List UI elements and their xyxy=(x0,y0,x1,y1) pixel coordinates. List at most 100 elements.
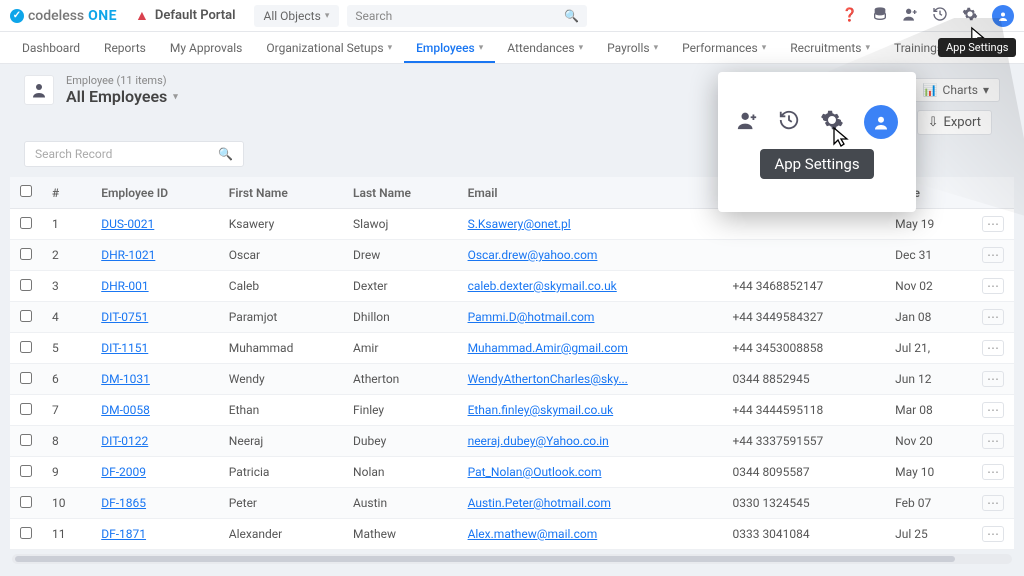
row-menu-button[interactable]: ⋯ xyxy=(982,371,1004,387)
row-checkbox[interactable] xyxy=(20,341,32,353)
callout-panel: App Settings xyxy=(718,72,916,212)
employee-id-link[interactable]: DF-1865 xyxy=(101,496,146,510)
row-menu-button[interactable]: ⋯ xyxy=(982,216,1004,232)
add-user-icon[interactable] xyxy=(736,109,758,136)
row-menu-button[interactable]: ⋯ xyxy=(982,278,1004,294)
tab-my-approvals[interactable]: My Approvals xyxy=(158,33,255,63)
row-checkbox[interactable] xyxy=(20,527,32,539)
email-link[interactable]: Pammi.D@hotmail.com xyxy=(468,310,595,324)
employee-id-link[interactable]: DM-1031 xyxy=(101,372,150,386)
row-checkbox[interactable] xyxy=(20,248,32,260)
chevron-down-icon: ▾ xyxy=(173,92,178,102)
first-name: Muhammad xyxy=(219,333,343,364)
history-icon[interactable] xyxy=(778,109,800,136)
row-checkbox[interactable] xyxy=(20,310,32,322)
row-num: 1 xyxy=(42,209,91,240)
row-menu-button[interactable]: ⋯ xyxy=(982,433,1004,449)
tab-payrolls[interactable]: Payrolls ▾ xyxy=(595,33,670,63)
email-link[interactable]: S.Ksawery@onet.pl xyxy=(468,217,571,231)
first-name: Neeraj xyxy=(219,426,343,457)
search-record-input[interactable]: Search Record 🔍 xyxy=(24,141,244,167)
last-name: Dexter xyxy=(343,271,458,302)
email-link[interactable]: neeraj.dubey@Yahoo.co.in xyxy=(468,434,609,448)
table-row[interactable]: 5DIT-1151MuhammadAmirMuhammad.Amir@gmail… xyxy=(10,333,1014,364)
row-checkbox[interactable] xyxy=(20,465,32,477)
row-checkbox[interactable] xyxy=(20,279,32,291)
tab-reports[interactable]: Reports xyxy=(92,33,158,63)
employee-id-link[interactable]: DM-0058 xyxy=(101,403,150,417)
table-row[interactable]: 7DM-0058EthanFinleyEthan.finley@skymail.… xyxy=(10,395,1014,426)
row-checkbox[interactable] xyxy=(20,372,32,384)
row-menu-button[interactable]: ⋯ xyxy=(982,309,1004,325)
history-icon[interactable] xyxy=(932,6,948,26)
global-search[interactable]: Search 🔍 xyxy=(347,5,587,27)
email-link[interactable]: Alex.mathew@mail.com xyxy=(468,527,598,541)
user-avatar[interactable] xyxy=(864,105,898,139)
col-blank[interactable] xyxy=(10,177,42,209)
row-checkbox[interactable] xyxy=(20,434,32,446)
table-row[interactable]: 9DF-2009PatriciaNolanPat_Nolan@Outlook.c… xyxy=(10,457,1014,488)
help-icon[interactable]: ❓ xyxy=(842,8,858,23)
email-link[interactable]: Oscar.drew@yahoo.com xyxy=(468,248,598,262)
table-row[interactable]: 4DIT-0751ParamjotDhillonPammi.D@hotmail.… xyxy=(10,302,1014,333)
employee-id-link[interactable]: DIT-1151 xyxy=(101,341,148,355)
export-button[interactable]: ⇩ Export xyxy=(917,110,992,135)
portal-selector[interactable]: ▲ Default Portal xyxy=(135,7,236,24)
employee-id-link[interactable]: DHR-1021 xyxy=(101,248,155,262)
email-link[interactable]: caleb.dexter@skymail.co.uk xyxy=(468,279,617,293)
row-menu-button[interactable]: ⋯ xyxy=(982,526,1004,542)
add-user-icon[interactable] xyxy=(902,6,918,26)
email-link[interactable]: WendyAthertonCharles@sky... xyxy=(468,372,628,386)
row-menu-button[interactable]: ⋯ xyxy=(982,464,1004,480)
gear-icon[interactable] xyxy=(962,6,978,26)
tab-dashboard[interactable]: Dashboard xyxy=(10,33,92,63)
employee-id-link[interactable]: DF-1871 xyxy=(101,527,146,541)
row-menu-button[interactable]: ⋯ xyxy=(982,247,1004,263)
col-First Name: First Name xyxy=(219,177,343,209)
table-row[interactable]: 10DF-1865PeterAustinAustin.Peter@hotmail… xyxy=(10,488,1014,519)
page-title[interactable]: All Employees ▾ xyxy=(66,87,178,106)
table-row[interactable]: 1DUS-0021KsawerySlawojS.Ksawery@onet.plM… xyxy=(10,209,1014,240)
row-menu-button[interactable]: ⋯ xyxy=(982,495,1004,511)
tab-employees[interactable]: Employees ▾ xyxy=(404,33,495,63)
table-row[interactable]: 8DIT-0122NeerajDubeyneeraj.dubey@Yahoo.c… xyxy=(10,426,1014,457)
table-row[interactable]: 3DHR-001CalebDextercaleb.dexter@skymail.… xyxy=(10,271,1014,302)
row-checkbox[interactable] xyxy=(20,217,32,229)
row-checkbox[interactable] xyxy=(20,496,32,508)
table-row[interactable]: 11DF-1871AlexanderMathewAlex.mathew@mail… xyxy=(10,519,1014,550)
gear-icon[interactable] xyxy=(820,108,844,137)
tab-organizational-setups[interactable]: Organizational Setups ▾ xyxy=(254,33,404,63)
user-avatar[interactable] xyxy=(992,5,1014,27)
logo[interactable]: ✓ codelessONE xyxy=(10,8,117,24)
last-name: Drew xyxy=(343,240,458,271)
row-menu-button[interactable]: ⋯ xyxy=(982,402,1004,418)
row-num: 5 xyxy=(42,333,91,364)
employee-id-link[interactable]: DUS-0021 xyxy=(101,217,154,231)
employee-id-link[interactable]: DIT-0122 xyxy=(101,434,148,448)
table-row[interactable]: 2DHR-1021OscarDrewOscar.drew@yahoo.comDe… xyxy=(10,240,1014,271)
tab-attendances[interactable]: Attendances ▾ xyxy=(495,33,595,63)
first-name: Peter xyxy=(219,488,343,519)
last-name: Mathew xyxy=(343,519,458,550)
row-menu-button[interactable]: ⋯ xyxy=(982,340,1004,356)
tab-recruitments[interactable]: Recruitments ▾ xyxy=(778,33,882,63)
tab-performances[interactable]: Performances ▾ xyxy=(670,33,778,63)
email-link[interactable]: Muhammad.Amir@gmail.com xyxy=(468,341,628,355)
last-name: Nolan xyxy=(343,457,458,488)
email-link[interactable]: Pat_Nolan@Outlook.com xyxy=(468,465,602,479)
row-checkbox[interactable] xyxy=(20,403,32,415)
database-icon[interactable] xyxy=(872,6,888,26)
horizontal-scrollbar[interactable] xyxy=(12,554,1012,564)
employee-id-link[interactable]: DF-2009 xyxy=(101,465,146,479)
employee-id-link[interactable]: DHR-001 xyxy=(101,279,148,293)
objects-dropdown[interactable]: All Objects ▾ xyxy=(254,5,340,27)
table-row[interactable]: 6DM-1031WendyAthertonWendyAthertonCharle… xyxy=(10,364,1014,395)
date: Jul 25 xyxy=(885,519,972,550)
email-link[interactable]: Austin.Peter@hotmail.com xyxy=(468,496,611,510)
last-name: Austin xyxy=(343,488,458,519)
employee-id-link[interactable]: DIT-0751 xyxy=(101,310,148,324)
email-link[interactable]: Ethan.finley@skymail.co.uk xyxy=(468,403,614,417)
select-all-checkbox[interactable] xyxy=(20,185,32,197)
charts-button[interactable]: 📊 Charts ▾ xyxy=(912,78,1000,102)
row-num: 4 xyxy=(42,302,91,333)
